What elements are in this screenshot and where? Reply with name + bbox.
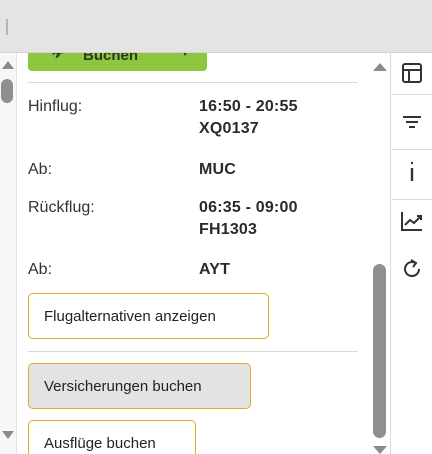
flight-details-panel: ✈ Buchen ▼ Hinflug: 16:50 - 20:55 XQ0137…	[18, 53, 367, 454]
info-icon[interactable]	[398, 157, 426, 185]
scroll-up-arrow-icon[interactable]	[373, 63, 387, 71]
insurance-button[interactable]: Versicherungen buchen	[28, 363, 251, 409]
left-scrollbar[interactable]	[0, 53, 17, 454]
scroll-up-arrow-icon[interactable]	[2, 61, 14, 69]
tool-separator	[392, 199, 432, 200]
outbound-time: 16:50 - 20:55	[199, 98, 298, 115]
return-label: Rückflug:	[28, 199, 95, 216]
tool-separator	[392, 94, 432, 95]
chart-icon[interactable]	[398, 207, 426, 235]
excursions-button[interactable]: Ausflüge buchen	[28, 420, 196, 454]
return-from-label: Ab:	[28, 261, 53, 278]
return-value: 06:35 - 09:00 FH1303	[199, 197, 298, 241]
return-flight-number: FH1303	[199, 221, 258, 238]
book-button-label: Buchen	[83, 53, 139, 64]
return-from-value: AYT	[199, 261, 231, 278]
plane-icon: ✈	[52, 53, 64, 61]
outbound-value: 16:50 - 20:55 XQ0137	[199, 96, 298, 140]
scroll-down-arrow-icon[interactable]	[373, 446, 387, 454]
scroll-down-arrow-icon[interactable]	[2, 431, 14, 439]
outbound-from-value: MUC	[199, 161, 237, 178]
table-icon[interactable]	[398, 59, 426, 87]
outbound-label: Hinflug:	[28, 98, 83, 115]
return-time: 06:35 - 09:00	[199, 199, 298, 216]
divider	[28, 82, 358, 83]
outbound-flight-number: XQ0137	[199, 120, 259, 137]
top-bar	[0, 0, 432, 53]
flight-alternatives-button[interactable]: Flugalternativen anzeigen	[28, 293, 269, 339]
main-scrollbar[interactable]	[367, 53, 391, 454]
chevron-down-icon: ▼	[179, 53, 191, 59]
divider	[28, 351, 358, 352]
resize-grip[interactable]	[6, 19, 8, 35]
tool-separator	[392, 149, 432, 150]
book-button[interactable]: ✈ Buchen ▼	[28, 53, 207, 71]
tool-rail	[392, 53, 432, 454]
scrollbar-thumb[interactable]	[1, 79, 13, 103]
filter-icon[interactable]	[398, 108, 426, 136]
scrollbar-thumb[interactable]	[373, 264, 386, 438]
refresh-icon[interactable]	[398, 255, 426, 283]
outbound-from-label: Ab:	[28, 161, 53, 178]
